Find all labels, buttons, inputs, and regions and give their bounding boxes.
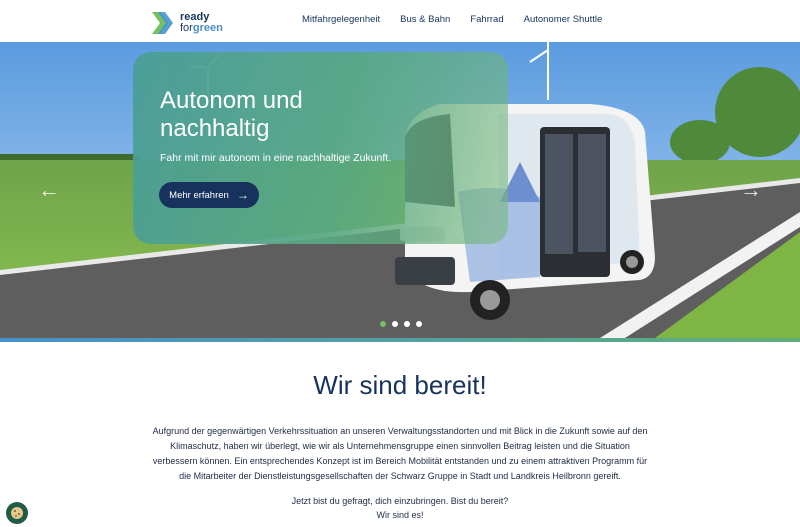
logo-line-2: forgreen <box>180 22 223 34</box>
slider-dot-2[interactable] <box>392 321 398 327</box>
logo[interactable]: ready forgreen <box>150 8 223 38</box>
slider-prev-arrow-icon[interactable]: ← <box>38 177 60 203</box>
hero-text-card <box>133 52 508 244</box>
arrow-right-icon: → <box>236 188 249 202</box>
logo-mark-icon <box>152 12 173 34</box>
hero-subtitle: Fahr mit mir autonom in eine nachhaltige… <box>160 152 392 164</box>
slider-next-arrow-icon[interactable]: → <box>740 177 762 203</box>
nav-item-autonomer-shuttle[interactable]: Autonomer Shuttle <box>524 14 603 25</box>
cookie-icon <box>11 507 23 519</box>
hero-title: Autonom und nachhaltig <box>160 87 303 142</box>
slider-dot-4[interactable] <box>416 321 422 327</box>
intro-paragraph: Aufgrund der gegenwärtigen Verkehrssitua… <box>152 426 648 481</box>
nav-item-bus-bahn[interactable]: Bus & Bahn <box>400 14 450 25</box>
logo-text: ready forgreen <box>180 12 223 34</box>
cta-line-1: Jetzt bist du gefragt, dich einzubringen… <box>291 496 509 506</box>
site-header: ready forgreen Mitfahrgelegenheit Bus & … <box>0 0 800 42</box>
nav-item-fahrrad[interactable]: Fahrrad <box>470 14 503 25</box>
nav-item-mitfahrgelegenheit[interactable]: Mitfahrgelegenheit <box>302 14 380 25</box>
slider-dots <box>380 321 428 327</box>
main-nav: Mitfahrgelegenheit Bus & Bahn Fahrrad Au… <box>302 14 622 25</box>
hero-bottom-accent-bar <box>0 338 800 342</box>
mehr-erfahren-label: Mehr erfahren <box>169 189 229 201</box>
mehr-erfahren-button[interactable]: Mehr erfahren → <box>159 182 259 208</box>
cta-line-2: Wir sind es! <box>376 510 424 520</box>
slider-dot-1[interactable] <box>380 321 386 327</box>
slider-dot-3[interactable] <box>404 321 410 327</box>
call-to-action-text: Jetzt bist du gefragt, dich einzubringen… <box>150 494 650 522</box>
section-title: Wir sind bereit! <box>313 370 487 400</box>
cookie-settings-button[interactable] <box>6 502 28 524</box>
